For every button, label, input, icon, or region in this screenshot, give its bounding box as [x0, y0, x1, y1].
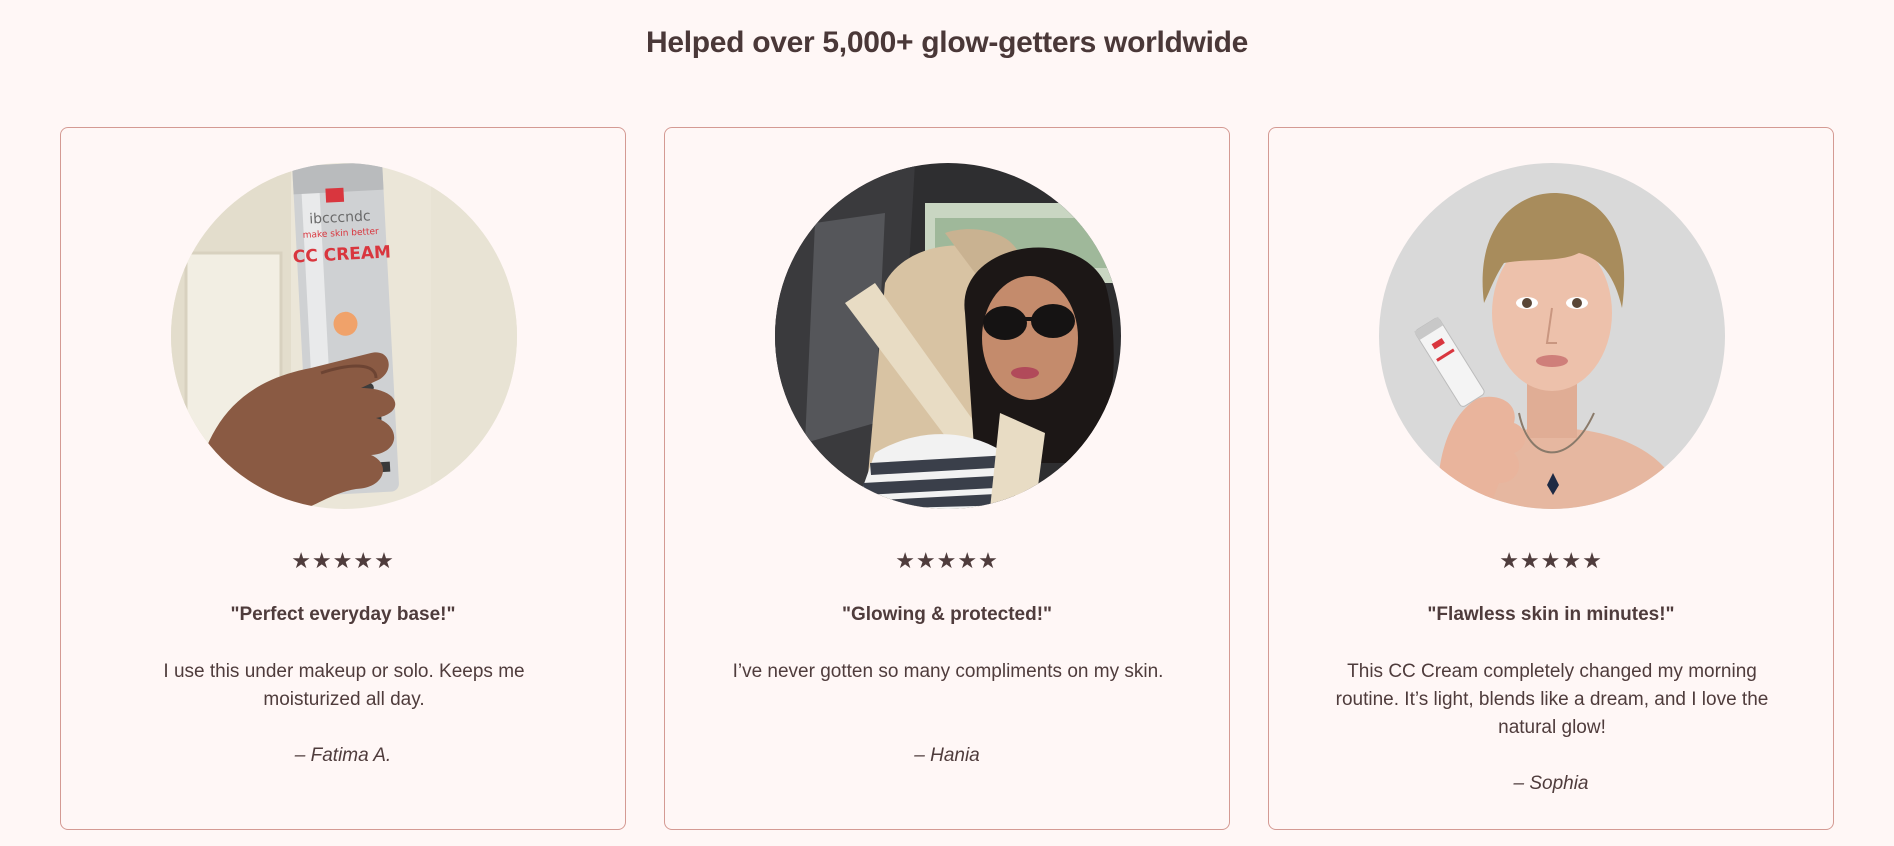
model-holding-product-photo — [1379, 163, 1725, 509]
review-text: This CC Cream completely changed my morn… — [1335, 661, 1769, 738]
review-card: ★★★★★ "Flawless skin in minutes!" This C… — [1268, 127, 1834, 830]
star-rating: ★★★★★ — [291, 548, 395, 573]
review-author: – Hania — [914, 745, 980, 766]
review-title: "Glowing & protected!" — [841, 604, 1053, 625]
car-selfie-photo — [775, 163, 1121, 509]
star-rating: ★★★★★ — [1499, 548, 1603, 573]
review-photo — [1379, 163, 1725, 509]
review-photo: ibcccndc make skin better CC CREAM — [171, 163, 517, 509]
star-rating: ★★★★★ — [895, 548, 999, 573]
product-in-hand-photo: ibcccndc make skin better CC CREAM — [171, 163, 517, 509]
product-brand: ibcccndc — [309, 208, 371, 227]
review-title: "Perfect everyday base!" — [230, 604, 456, 625]
testimonials-grid: ibcccndc make skin better CC CREAM ★★★★★… — [60, 127, 1836, 832]
review-author: – Sophia — [1513, 773, 1589, 794]
review-card: ibcccndc make skin better CC CREAM ★★★★★… — [60, 127, 626, 830]
review-card: ★★★★★ "Glowing & protected!" I’ve never … — [664, 127, 1230, 830]
review-author: – Fatima A. — [294, 745, 392, 766]
section-heading: Helped over 5,000+ glow-getters worldwid… — [645, 26, 1249, 59]
review-text: I’ve never gotten so many compliments on… — [732, 661, 1164, 682]
review-text: I use this under makeup or solo. Keeps m… — [163, 661, 525, 710]
review-photo — [775, 163, 1121, 509]
review-title: "Flawless skin in minutes!" — [1427, 604, 1675, 625]
